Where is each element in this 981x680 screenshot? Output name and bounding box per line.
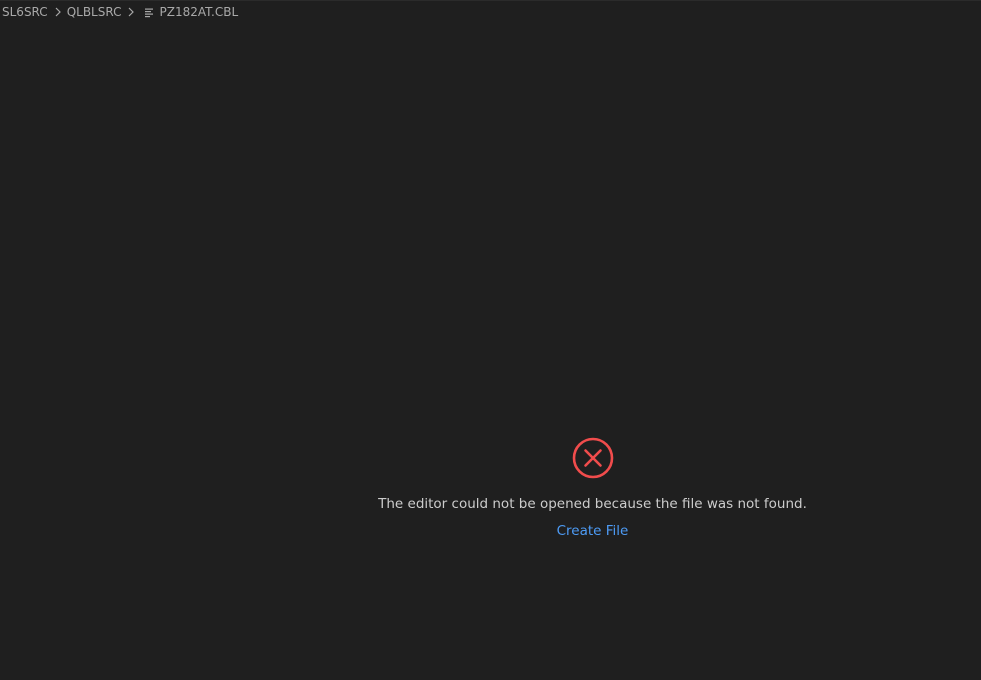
error-circle-x-icon xyxy=(572,437,613,479)
breadcrumb-item-subfolder[interactable]: QLBLSRC xyxy=(67,5,122,19)
editor-area: SL6SRC QLBLSRC PZ182AT.CBL The editor co… xyxy=(0,0,981,680)
breadcrumb: SL6SRC QLBLSRC PZ182AT.CBL xyxy=(2,3,238,21)
error-panel: The editor could not be opened because t… xyxy=(0,437,981,539)
tab-bar-divider xyxy=(0,0,981,1)
error-message: The editor could not be opened because t… xyxy=(378,496,807,512)
chevron-right-icon xyxy=(129,7,135,17)
file-lines-icon xyxy=(145,8,154,17)
breadcrumb-item-folder[interactable]: SL6SRC xyxy=(2,5,48,19)
breadcrumb-item-file[interactable]: PZ182AT.CBL xyxy=(159,5,238,19)
chevron-right-icon xyxy=(55,7,61,17)
create-file-link[interactable]: Create File xyxy=(557,523,629,539)
